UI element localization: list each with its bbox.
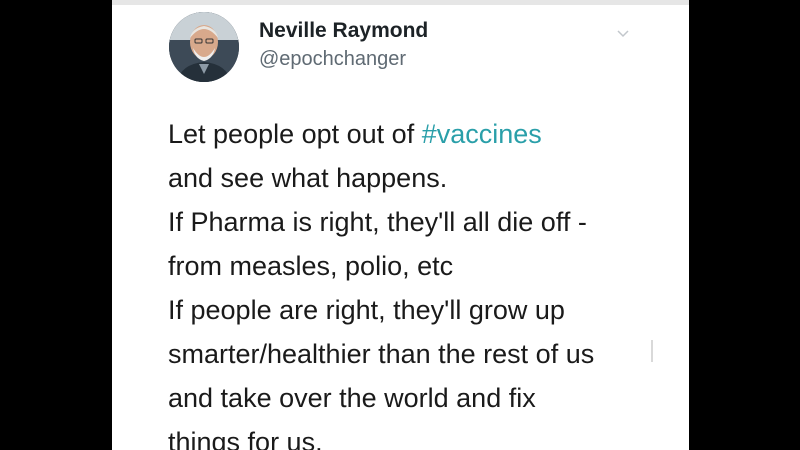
author-handle[interactable]: @epochchanger <box>259 48 406 71</box>
tweet-text: Let people opt out of #vaccines and see … <box>168 112 594 450</box>
avatar-image <box>169 12 239 82</box>
tweet-line: and see what happens. <box>168 163 448 193</box>
tweet-text-prefix: Let people opt out of <box>168 119 422 149</box>
tweet-line: If Pharma is right, they'll all die off … <box>168 207 587 237</box>
tweet-line: things for us. <box>168 427 323 450</box>
tweet-line: from measles, polio, etc <box>168 251 454 281</box>
divider-mark <box>651 340 653 362</box>
tweet-card: Neville Raymond @epochchanger Let people… <box>112 0 689 450</box>
screenshot-frame: Neville Raymond @epochchanger Let people… <box>0 0 800 450</box>
chevron-down-icon[interactable] <box>617 28 629 40</box>
top-divider <box>112 0 689 5</box>
tweet-line: smarter/healthier than the rest of us <box>168 339 595 369</box>
tweet-line: If people are right, they'll grow up <box>168 295 565 325</box>
author-name[interactable]: Neville Raymond <box>259 19 428 43</box>
hashtag-link[interactable]: #vaccines <box>422 119 542 149</box>
tweet-line: and take over the world and fix <box>168 383 536 413</box>
avatar[interactable] <box>169 12 239 82</box>
tweet-line: Let people opt out of #vaccines <box>168 112 594 156</box>
